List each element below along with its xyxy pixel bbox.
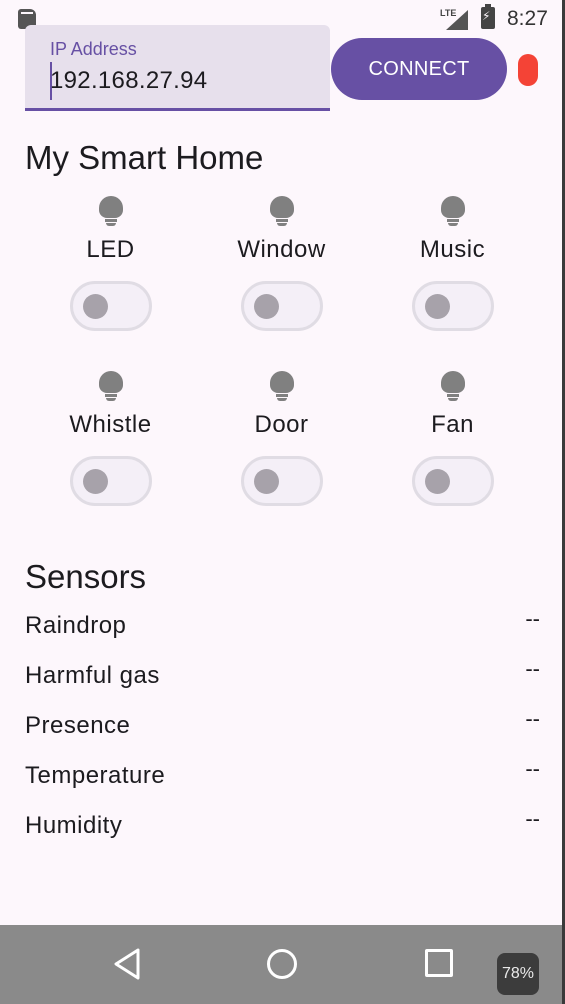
sensor-value: --	[525, 706, 540, 731]
recent-apps-icon[interactable]	[425, 949, 453, 977]
home-icon[interactable]	[267, 949, 297, 979]
sensor-name: Raindrop	[25, 612, 127, 639]
lte-signal-icon: LTE	[440, 8, 470, 32]
network-type: LTE	[440, 8, 457, 18]
battery-charging-icon	[481, 4, 495, 29]
sensor-name: Temperature	[25, 762, 166, 789]
lightbulb-icon	[98, 371, 123, 403]
toggle-switch[interactable]	[240, 281, 323, 331]
device-label: Whistle	[69, 411, 152, 438]
toggle-thumb	[82, 469, 108, 494]
toggle-switch[interactable]	[69, 456, 152, 506]
ip-address-input[interactable]: 192.168.27.94	[50, 67, 207, 95]
device-label: LED	[86, 236, 135, 263]
sensor-value: --	[525, 656, 540, 681]
navigation-bar: 78%	[0, 925, 565, 1004]
device-label: Fan	[431, 411, 474, 438]
lightbulb-icon	[440, 196, 465, 228]
connect-button[interactable]: CONNECT	[331, 38, 507, 100]
device-label: Music	[419, 236, 486, 263]
page-title: My Smart Home	[25, 139, 264, 176]
toggle-switch[interactable]	[240, 456, 323, 506]
toggle-thumb	[424, 469, 450, 494]
lightbulb-icon	[98, 196, 123, 228]
sensor-row: Raindrop --	[25, 606, 540, 652]
connection-status-indicator	[518, 54, 538, 86]
sensor-name: Harmful gas	[25, 662, 160, 689]
toggle-switch[interactable]	[69, 281, 152, 331]
ip-address-field[interactable]: IP Address 192.168.27.94	[25, 25, 330, 111]
toggle-switch[interactable]	[411, 281, 494, 331]
sensor-value: --	[525, 756, 540, 781]
sensor-row: Humidity --	[25, 806, 540, 852]
sensors-title: Sensors	[25, 558, 147, 595]
lightbulb-icon	[269, 371, 294, 403]
sensor-row: Temperature --	[25, 756, 540, 802]
sensor-name: Presence	[25, 712, 131, 739]
ip-address-label: IP Address	[50, 39, 137, 59]
sensor-row: Harmful gas --	[25, 656, 540, 702]
sensor-row: Presence --	[25, 706, 540, 752]
sensor-value: --	[525, 606, 540, 631]
sensor-name: Humidity	[25, 812, 123, 839]
device-label: Door	[254, 411, 309, 438]
toggle-switch[interactable]	[411, 456, 494, 506]
lightbulb-icon	[440, 371, 465, 403]
device-label: Window	[237, 236, 326, 263]
back-icon[interactable]	[112, 947, 142, 981]
clock: 8:27	[507, 7, 548, 30]
toggle-thumb	[253, 469, 279, 494]
lightbulb-icon	[269, 196, 294, 228]
toggle-thumb	[82, 294, 108, 319]
toggle-thumb	[253, 294, 279, 319]
toggle-thumb	[424, 294, 450, 319]
zoom-badge: 78%	[497, 953, 539, 995]
sensor-value: --	[525, 806, 540, 831]
